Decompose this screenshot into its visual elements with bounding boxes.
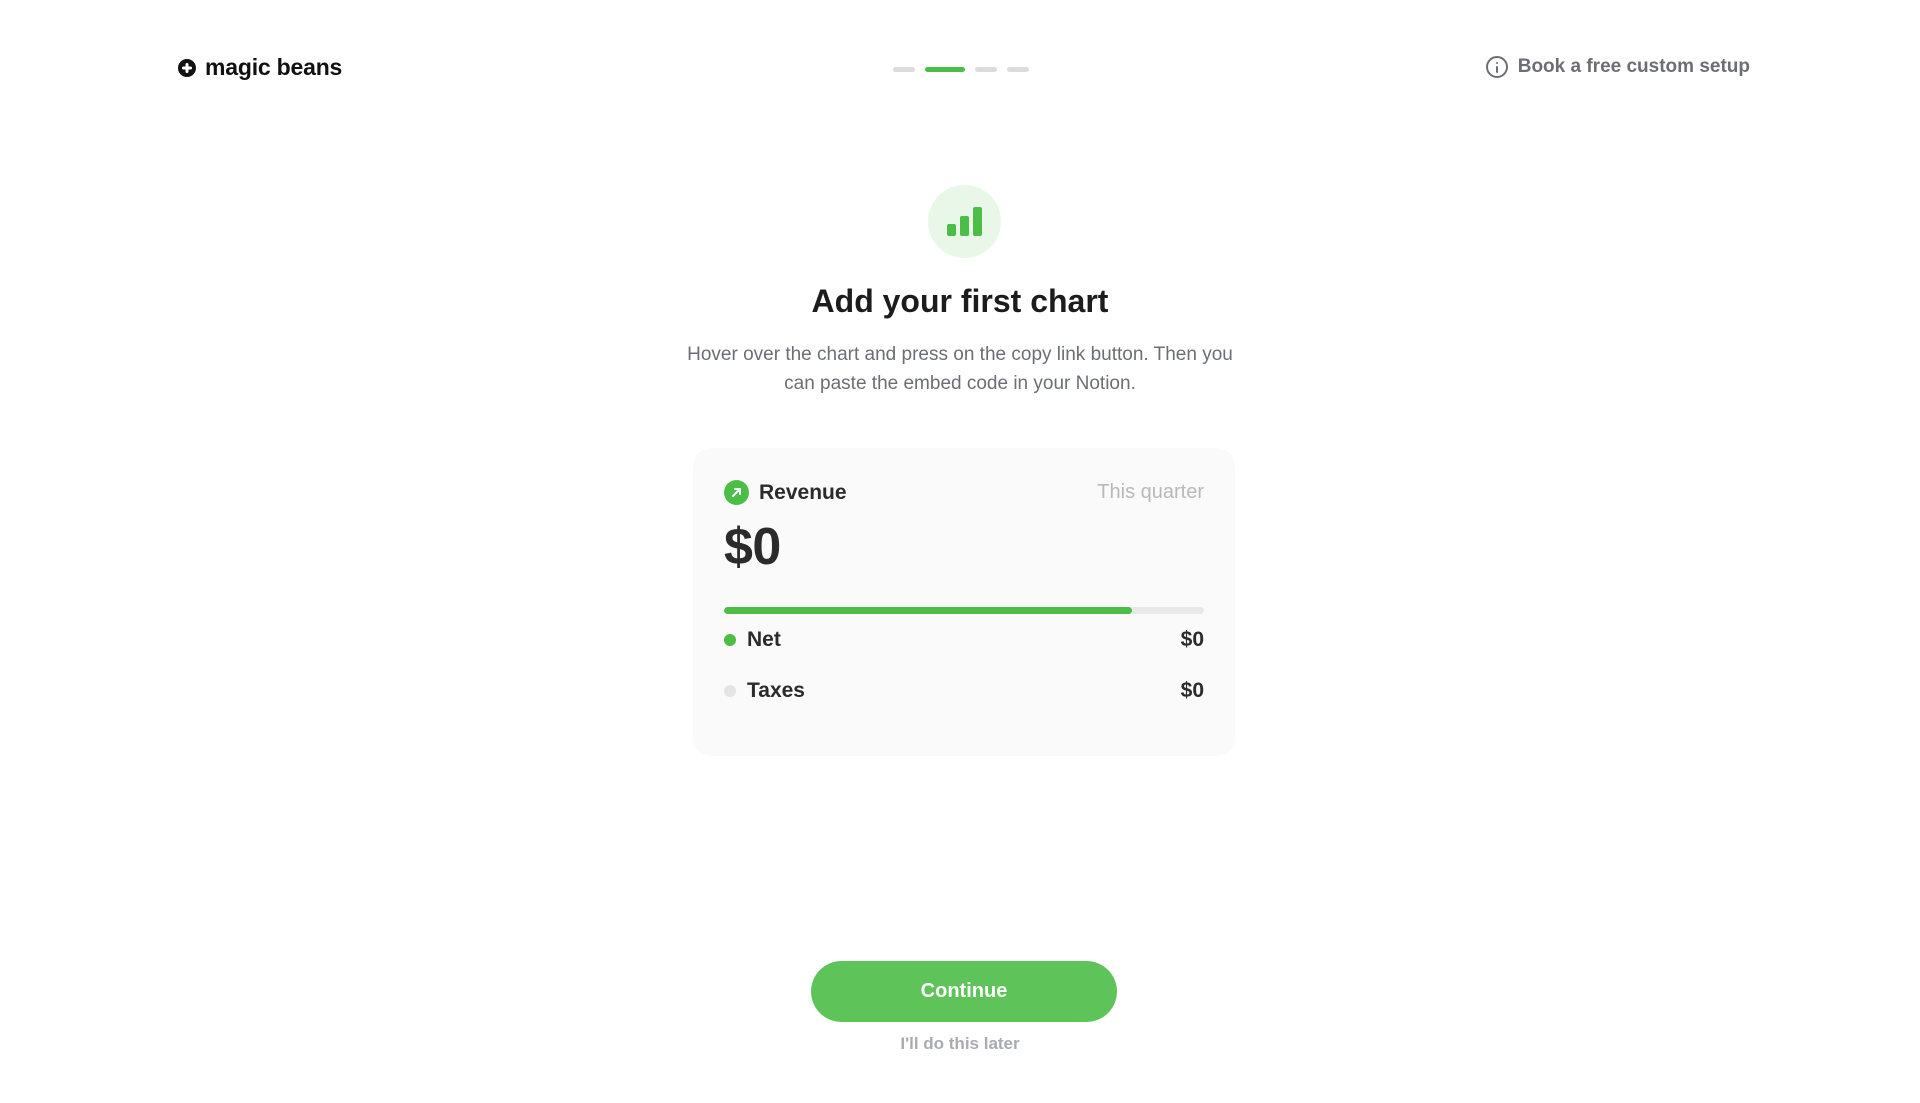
revenue-progress-bar — [724, 607, 1204, 614]
step-indicator-4 — [1007, 67, 1029, 72]
book-setup-link[interactable]: Book a free custom setup — [1485, 56, 1750, 78]
step-indicator-3 — [975, 67, 997, 72]
brand-name: magic beans — [205, 54, 343, 80]
continue-button[interactable]: Continue — [811, 961, 1117, 1022]
legend-value-net: $0 — [1180, 627, 1204, 651]
net-dot-icon — [724, 633, 736, 646]
card-period: This quarter — [1097, 481, 1204, 503]
page-subtitle: Hover over the chart and press on the co… — [687, 344, 1233, 394]
book-setup-label: Book a free custom setup — [1517, 56, 1750, 77]
revenue-progress-fill — [724, 607, 1132, 614]
card-header: Revenue This quarter — [724, 480, 1204, 505]
revenue-chart-card[interactable]: Revenue This quarter $0 Net $0 Taxes $0 — [693, 448, 1235, 756]
bar-chart-icon — [928, 185, 1001, 258]
brand-logo-icon — [178, 58, 196, 77]
legend-row-net: Net $0 — [724, 614, 1204, 665]
page-title: Add your first chart — [811, 283, 1109, 319]
card-total-value: $0 — [724, 518, 781, 576]
legend-value-taxes: $0 — [1180, 678, 1204, 702]
brand-logo[interactable]: magic beans — [178, 54, 342, 81]
card-title: Revenue — [759, 480, 847, 504]
trend-up-arrow-icon — [724, 480, 749, 505]
card-label: Revenue — [724, 480, 847, 505]
info-icon — [1485, 56, 1508, 78]
do-later-link[interactable]: I'll do this later — [0, 1034, 1920, 1054]
progress-stepper — [893, 67, 1029, 72]
legend-row-taxes: Taxes $0 — [724, 665, 1204, 716]
step-indicator-2-active — [925, 67, 965, 72]
legend-label-net: Net — [747, 627, 781, 651]
step-indicator-1 — [893, 67, 915, 72]
onboarding-page: magic beans Book a free custom setup Add… — [0, 0, 1920, 1103]
legend-label-taxes: Taxes — [747, 678, 805, 702]
taxes-dot-icon — [724, 684, 736, 697]
